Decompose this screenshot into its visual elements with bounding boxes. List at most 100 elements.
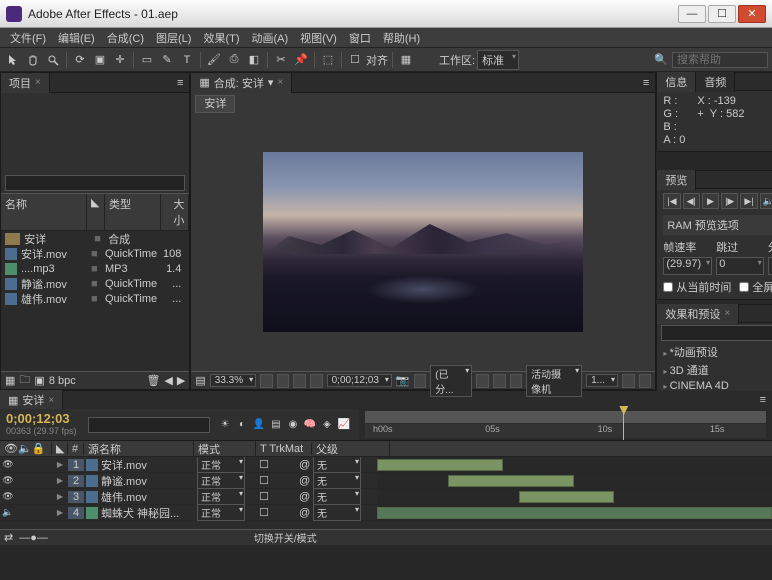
label-color[interactable]: ■: [94, 233, 108, 245]
effects-category[interactable]: *动画预设: [661, 343, 772, 361]
layer-bar-area[interactable]: [377, 457, 772, 472]
camera-dropdown[interactable]: 活动摄像机: [526, 365, 582, 397]
menu-item[interactable]: 效果(T): [197, 28, 245, 48]
menu-item[interactable]: 窗口: [343, 28, 377, 48]
motion-blur-icon[interactable]: ◉: [286, 418, 300, 432]
timecode-display[interactable]: 0;00;12;03 00363 (29.97 fps): [0, 409, 84, 440]
label-color[interactable]: ■: [91, 278, 105, 290]
menu-item[interactable]: 帮助(H): [377, 28, 426, 48]
hide-shy-icon[interactable]: 👤: [252, 418, 266, 432]
blend-mode-dropdown[interactable]: 正常: [197, 457, 245, 473]
visibility-toggle[interactable]: 👁: [2, 475, 14, 487]
label-color[interactable]: ■: [91, 263, 105, 275]
framerate-dropdown[interactable]: (29.97): [663, 257, 712, 275]
tab-project[interactable]: 项目×: [1, 73, 50, 93]
visibility-toggle[interactable]: 👁: [2, 459, 14, 471]
col-mode[interactable]: 模式: [194, 441, 256, 457]
project-item[interactable]: 安详.mov ■ QuickTime 108: [1, 246, 189, 261]
workspace-dropdown[interactable]: 标准: [477, 50, 519, 70]
local-axis-icon[interactable]: ⬚: [319, 51, 337, 69]
comp-mini-flowchart-icon[interactable]: ☀: [218, 418, 232, 432]
zoom-tool-icon[interactable]: [44, 51, 62, 69]
pickwhip-icon[interactable]: @: [299, 459, 311, 471]
toggle-switches-icon[interactable]: ⇄: [4, 531, 13, 544]
skip-dropdown[interactable]: 0: [716, 257, 764, 275]
rotate-tool-icon[interactable]: ⟳: [71, 51, 89, 69]
parent-dropdown[interactable]: 无: [313, 457, 361, 473]
project-item[interactable]: 静谧.mov ■ QuickTime ...: [1, 276, 189, 291]
tab-timeline-comp[interactable]: ▦ 安详 ×: [0, 390, 63, 410]
graph-editor-icon[interactable]: 📈: [337, 418, 351, 432]
brainstorm-icon[interactable]: 🧠: [303, 418, 317, 432]
mask-mode-icon[interactable]: ▦: [397, 51, 415, 69]
parent-dropdown[interactable]: 无: [313, 488, 361, 505]
last-frame-button[interactable]: ▶|: [740, 193, 757, 209]
pen-tool-icon[interactable]: ✎: [158, 51, 176, 69]
col-tag[interactable]: ◣: [87, 194, 105, 230]
solo-toggle[interactable]: [16, 491, 28, 503]
panel-menu-icon[interactable]: ≡: [637, 77, 655, 89]
always-preview-icon[interactable]: ▤: [195, 374, 205, 387]
grid-icon[interactable]: [493, 374, 506, 388]
timeline-search-input[interactable]: [88, 417, 210, 433]
delete-icon[interactable]: 🗑: [146, 374, 160, 387]
trkmat-toggle[interactable]: ☐: [259, 506, 269, 519]
panel-menu-icon[interactable]: ≡: [754, 394, 772, 406]
menu-item[interactable]: 图层(L): [150, 28, 197, 48]
ram-preview-dropdown[interactable]: RAM 预览选项: [663, 215, 772, 235]
label-color[interactable]: ■: [91, 248, 105, 260]
snap-toggle-icon[interactable]: ☐: [346, 51, 364, 69]
project-item[interactable]: 雄伟.mov ■ QuickTime ...: [1, 291, 189, 306]
guides-icon[interactable]: [510, 374, 523, 388]
new-folder-icon[interactable]: 🗀: [19, 371, 30, 390]
timeline-layers[interactable]: 👁 ▶ 1 安详.mov 正常 ☐ @无 👁 ▶ 2 静谧.mov 正常 ☐ @…: [0, 457, 772, 529]
lock-toggle[interactable]: [30, 491, 42, 503]
puppet-tool-icon[interactable]: 📌: [292, 51, 310, 69]
composition-viewport[interactable]: [191, 113, 655, 371]
show-channel-icon[interactable]: [414, 374, 427, 388]
current-time-indicator[interactable]: [623, 409, 624, 440]
col-size[interactable]: 大小: [161, 194, 189, 230]
zoom-slider-icon[interactable]: —●—: [19, 532, 48, 544]
tab-composition[interactable]: ▦ 合成: 安详 ▾ ×: [191, 73, 292, 93]
layer-name[interactable]: 安详.mov: [101, 457, 197, 473]
trkmat-toggle[interactable]: ☐: [259, 490, 269, 503]
comp-flowchart-tab[interactable]: 安详: [195, 95, 235, 113]
menu-item[interactable]: 编辑(E): [52, 28, 101, 48]
visibility-toggle[interactable]: 👁: [2, 491, 14, 503]
zoom-dropdown[interactable]: 33.3%: [210, 374, 256, 387]
timeline-layer-row[interactable]: 👁 ▶ 3 雄伟.mov 正常 ☐ @无: [0, 489, 772, 505]
blend-mode-dropdown[interactable]: 正常: [197, 472, 245, 489]
col-type[interactable]: 类型: [105, 194, 161, 230]
blend-mode-dropdown[interactable]: 正常: [197, 504, 245, 521]
tab-effects[interactable]: 效果和预设×: [657, 304, 739, 324]
close-icon[interactable]: ×: [35, 77, 41, 88]
tab-info[interactable]: 信息: [657, 72, 696, 92]
col-index[interactable]: #: [68, 443, 84, 455]
timeline-layer-row[interactable]: 👁 ▶ 2 静谧.mov 正常 ☐ @无: [0, 473, 772, 489]
fullscreen-checkbox[interactable]: 全屏: [739, 279, 772, 295]
pickwhip-icon[interactable]: @: [299, 491, 311, 503]
lock-toggle[interactable]: [30, 475, 42, 487]
effects-category[interactable]: 3D 通道: [661, 361, 772, 379]
solo-toggle[interactable]: [16, 475, 28, 487]
time-display[interactable]: 0;00;12;03: [327, 374, 392, 387]
layer-duration-bar[interactable]: [377, 507, 772, 519]
selection-tool-icon[interactable]: [4, 51, 22, 69]
frame-blend-icon[interactable]: ▤: [269, 418, 283, 432]
time-ruler[interactable]: h00s05s10s15s: [359, 409, 772, 440]
toggle-switches-header[interactable]: 👁🔈🔒: [0, 442, 52, 455]
maximize-button[interactable]: ☐: [708, 5, 736, 23]
layer-bar-area[interactable]: [377, 473, 772, 488]
project-column-header[interactable]: 名称 ◣ 类型 大小: [1, 193, 189, 231]
stamp-tool-icon[interactable]: ⎙: [225, 51, 243, 69]
res-half-icon[interactable]: [277, 374, 290, 388]
project-search-input[interactable]: [5, 175, 185, 191]
tab-audio[interactable]: 音频: [696, 72, 735, 92]
menu-item[interactable]: 动画(A): [246, 28, 295, 48]
menu-item[interactable]: 文件(F): [4, 28, 52, 48]
close-icon[interactable]: ×: [48, 395, 54, 406]
first-frame-button[interactable]: |◀: [663, 193, 680, 209]
timeline-layer-row[interactable]: 🔈 ▶ 4 蜘蛛犬 神秘园... 正常 ☐ @无: [0, 505, 772, 521]
prev-frame-button[interactable]: ◀|: [683, 193, 700, 209]
